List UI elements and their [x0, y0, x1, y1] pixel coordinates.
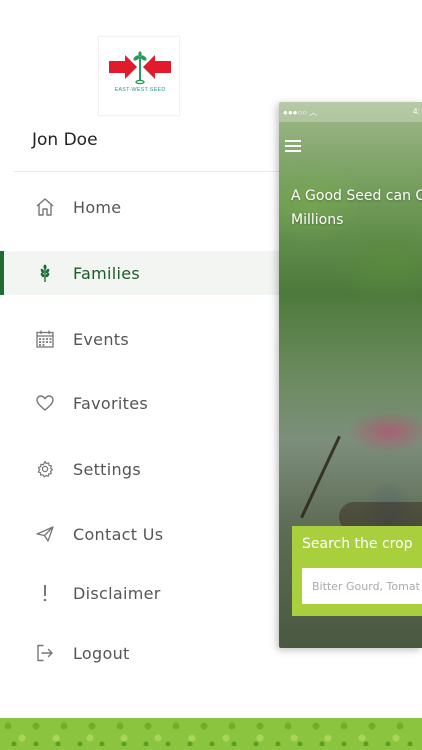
sidebar-item-label: Settings [73, 459, 142, 479]
sidebar-item-label: Contact Us [73, 524, 164, 544]
sidebar-item-home[interactable]: Home [0, 185, 300, 229]
crop-search-input[interactable] [302, 568, 422, 604]
footer-leaf-pattern [0, 718, 422, 750]
sidebar-item-contact-us[interactable]: Contact Us [0, 512, 300, 556]
calendar-icon [34, 328, 56, 350]
sidebar-item-label: Logout [73, 643, 130, 663]
crop-search-card: Search the crop [292, 526, 422, 616]
heart-icon [34, 392, 56, 414]
sidebar-item-events[interactable]: Events [0, 317, 300, 361]
sidebar-item-disclaimer[interactable]: Disclaimer [0, 571, 300, 615]
status-time: 4: [413, 107, 420, 116]
exclamation-icon [34, 582, 56, 604]
sidebar-item-settings[interactable]: Settings [0, 447, 300, 491]
sidebar-item-families[interactable]: Families [0, 251, 300, 295]
sidebar-item-logout[interactable]: Logout [0, 631, 300, 675]
nav-drawer: EAST-WEST SEED Jon Doe Home Families Eve… [0, 0, 300, 718]
main-screen-preview[interactable]: ●●●○○ ︿ 4: A Good Seed can C of Millions… [279, 102, 422, 648]
east-west-seed-logo-icon [109, 51, 171, 85]
search-title: Search the crop [302, 536, 413, 552]
logout-icon [34, 642, 56, 664]
hamburger-menu-icon[interactable] [285, 140, 301, 152]
divider [14, 171, 284, 172]
sidebar-item-label: Disclaimer [73, 583, 161, 603]
boat-pole [300, 435, 341, 519]
sidebar-item-label: Favorites [73, 393, 148, 413]
wheat-icon [34, 262, 56, 284]
signal-icon: ●●●○○ ︿ [283, 108, 318, 117]
brand-logo: EAST-WEST SEED [98, 36, 180, 116]
sidebar-item-favorites[interactable]: Favorites [0, 381, 300, 425]
sidebar-item-label: Events [73, 329, 129, 349]
paper-plane-icon [34, 523, 56, 545]
status-bar: ●●●○○ ︿ 4: [279, 102, 422, 122]
sidebar-item-label: Home [73, 197, 122, 217]
hero-tagline: A Good Seed can C of Millions [291, 188, 422, 228]
user-name: Jon Doe [32, 130, 98, 150]
sidebar-item-label: Families [73, 263, 141, 283]
home-icon [34, 196, 56, 218]
gear-icon [34, 458, 56, 480]
logo-text: EAST-WEST SEED [114, 87, 166, 93]
